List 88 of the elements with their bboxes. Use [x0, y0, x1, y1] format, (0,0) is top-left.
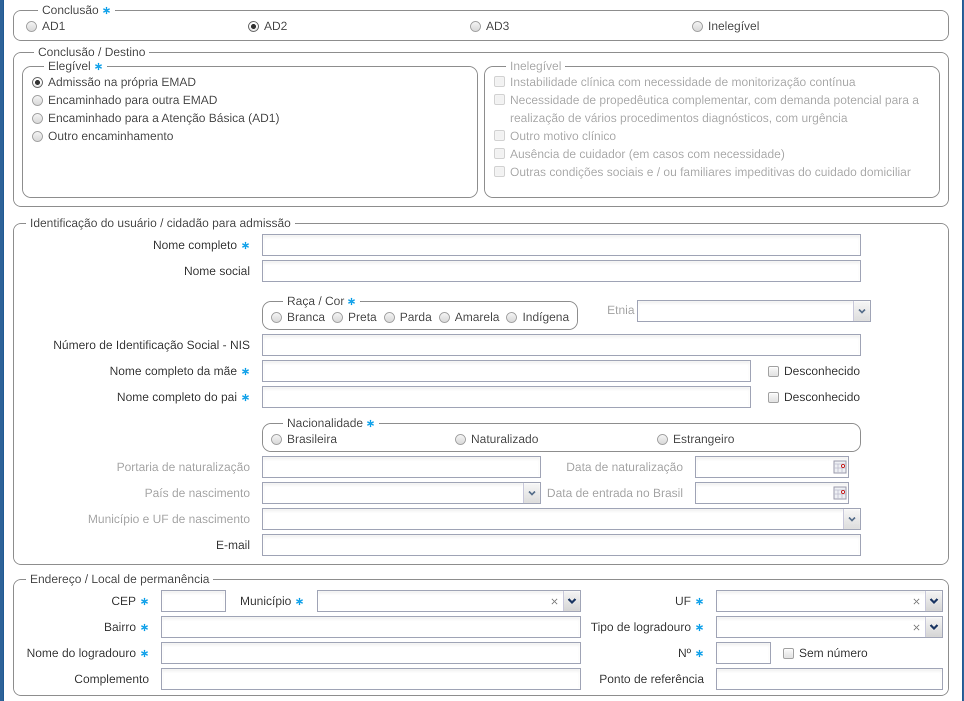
field-label: CEP	[111, 594, 136, 608]
text-field[interactable]	[161, 616, 581, 638]
dropdown-field[interactable]	[317, 590, 581, 612]
field-label: Nome social	[184, 264, 250, 278]
field-label: Tipo de logradouro	[590, 620, 691, 634]
dropdown-field[interactable]	[262, 508, 861, 530]
checkbox[interactable]: Desconhecido	[768, 388, 860, 406]
field-label: Data de entrada no Brasil	[546, 486, 684, 500]
date-field[interactable]	[695, 482, 849, 504]
group-legend: Raça / Cor	[287, 294, 344, 308]
field-label: Nome do logradouro	[26, 646, 136, 660]
radio-button[interactable]: Preta	[332, 308, 377, 326]
calendar-icon	[833, 460, 847, 474]
radio-button[interactable]: Admissão na própria EMAD	[32, 73, 468, 91]
radio-button[interactable]: Branca	[271, 308, 326, 326]
radio-icon[interactable]	[26, 20, 37, 32]
clear-icon[interactable]	[912, 596, 921, 606]
dropdown-field[interactable]	[716, 616, 943, 638]
field-label: E-mail	[216, 538, 250, 552]
field-label: Bairro	[104, 620, 136, 634]
radio-icon[interactable]	[32, 76, 43, 88]
radio-icon[interactable]	[692, 20, 703, 32]
text-field[interactable]	[262, 386, 751, 408]
field-label: UF	[675, 594, 691, 608]
radio-button[interactable]: AD2	[248, 17, 470, 35]
clear-icon[interactable]	[912, 622, 921, 632]
radio-button[interactable]: Inelegível	[692, 17, 914, 35]
text-field[interactable]	[716, 668, 943, 690]
radio-icon[interactable]	[32, 112, 43, 124]
radio-icon[interactable]	[470, 20, 481, 32]
caret-icon	[527, 488, 537, 498]
field-label: Complemento	[74, 672, 149, 686]
field-label: Etnia	[607, 303, 635, 317]
group-legend: Identificação do usuário / cidadão para admissão	[30, 216, 291, 230]
field-label: Nome completo	[152, 238, 237, 252]
text-field[interactable]	[262, 456, 541, 478]
dropdown-field[interactable]	[636, 300, 871, 322]
checkbox[interactable]: Sem número	[783, 644, 868, 662]
group-legend: Elegível	[48, 59, 91, 73]
text-field[interactable]	[262, 260, 861, 282]
field-label: País de nascimento	[144, 486, 250, 500]
radio-button[interactable]: Outro encaminhamento	[32, 127, 468, 145]
text-field[interactable]	[262, 334, 861, 356]
radio-icon[interactable]	[32, 94, 43, 106]
dropdown-field[interactable]	[262, 482, 541, 504]
date-field[interactable]	[695, 456, 849, 478]
radio-button[interactable]: Estrangeiro	[657, 430, 852, 448]
radio-button[interactable]: AD3	[470, 17, 692, 35]
group-legend: Conclusão / Destino	[38, 45, 146, 59]
group-legend: Inelegível	[510, 59, 562, 73]
radio-button[interactable]: Encaminhado para a Atenção Básica (AD1)	[32, 109, 468, 127]
calendar-icon	[833, 486, 847, 500]
field-label: Município	[240, 594, 292, 608]
caret-icon	[567, 596, 577, 606]
field-label: Nº	[678, 646, 691, 660]
checkbox[interactable]: Desconhecido	[768, 362, 860, 380]
text-field[interactable]	[161, 668, 581, 690]
text-field[interactable]	[262, 360, 751, 382]
radio-button[interactable]: Encaminhado para outra EMAD	[32, 91, 468, 109]
caret-icon	[847, 514, 857, 524]
clear-icon[interactable]	[550, 596, 559, 606]
field-label: Portaria de naturalização	[116, 460, 250, 474]
group-legend: Conclusão	[42, 3, 99, 17]
group-legend: Nacionalidade	[287, 416, 364, 430]
radio-button[interactable]: Naturalizado	[455, 430, 657, 448]
radio-button[interactable]: Brasileira	[271, 430, 455, 448]
text-field[interactable]	[262, 534, 861, 556]
radio-icon[interactable]	[32, 130, 43, 142]
field-label: Município e UF de nascimento	[88, 512, 250, 526]
text-field[interactable]	[262, 234, 861, 256]
group-legend: Endereço / Local de permanência	[30, 572, 210, 586]
text-field[interactable]	[161, 590, 226, 612]
text-field[interactable]	[161, 642, 581, 664]
radio-icon[interactable]	[248, 20, 259, 32]
radio-button[interactable]: Amarela	[438, 308, 500, 326]
radio-button[interactable]: Parda	[384, 308, 432, 326]
text-field[interactable]	[716, 642, 771, 664]
caret-icon	[856, 306, 867, 316]
dropdown-field[interactable]	[716, 590, 943, 612]
caret-icon	[929, 596, 939, 606]
caret-icon	[929, 622, 939, 632]
radio-button[interactable]: Indígena	[506, 308, 570, 326]
field-label: Ponto de referência	[599, 672, 704, 686]
field-label: Número de Identificação Social - NIS	[53, 338, 250, 352]
field-label: Data de naturalização	[565, 460, 684, 474]
field-label: Nome completo da mãe	[110, 364, 237, 378]
radio-button[interactable]: AD1	[26, 17, 248, 35]
field-label: Nome completo do pai	[116, 390, 237, 404]
